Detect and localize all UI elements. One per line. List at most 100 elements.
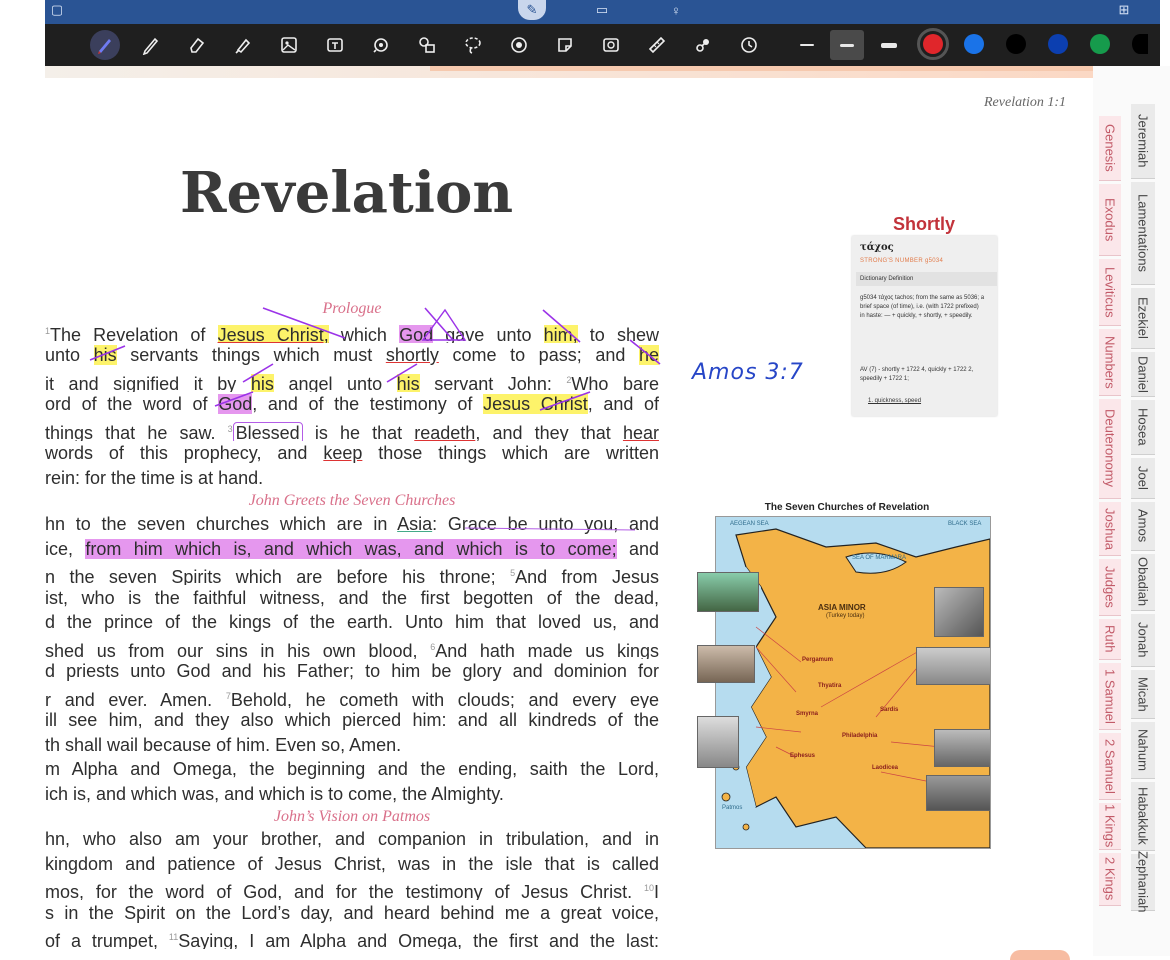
color-swatch-black[interactable] bbox=[1006, 34, 1026, 54]
add-page-icon[interactable]: ⊞ bbox=[1112, 0, 1136, 20]
map-label-region: ASIA MINOR bbox=[818, 603, 866, 612]
book-tab-amos[interactable]: Amos bbox=[1131, 502, 1155, 551]
vision-line-3: mos, for the word of God, and for the te… bbox=[45, 882, 659, 900]
book-title: Revelation bbox=[180, 160, 514, 226]
map-label-marmara: SEA OF MARMARA bbox=[852, 555, 907, 561]
book-tab-jeremiah[interactable]: Jeremiah bbox=[1131, 104, 1155, 179]
book-tab-genesis[interactable]: Genesis bbox=[1099, 116, 1121, 181]
shapes-icon[interactable] bbox=[412, 30, 442, 60]
greets-line-11: m Alpha and Omega, the beginning and the… bbox=[45, 759, 659, 779]
book-tab-micah[interactable]: Micah bbox=[1131, 670, 1155, 719]
color-swatch-navy[interactable] bbox=[1048, 34, 1068, 54]
magnify-icon[interactable] bbox=[366, 30, 396, 60]
fountain-pen-icon[interactable] bbox=[90, 30, 120, 60]
map-photo-left-3 bbox=[697, 716, 739, 768]
strongs-card-title: Shortly bbox=[892, 214, 955, 234]
sticker-icon[interactable] bbox=[550, 30, 580, 60]
book-tab-1-kings[interactable]: 1 Kings bbox=[1099, 803, 1121, 850]
running-head: Revelation 1:1 bbox=[984, 95, 1067, 110]
map-photo-left-1 bbox=[697, 572, 759, 612]
page-header-accent bbox=[430, 66, 1093, 71]
book-tab-nahum[interactable]: Nahum bbox=[1131, 722, 1155, 779]
eraser-icon[interactable] bbox=[182, 30, 212, 60]
color-swatch-black-2[interactable] bbox=[1132, 34, 1148, 54]
greets-line-12: ich is, and which was, and which is to c… bbox=[45, 784, 504, 804]
greets-line-8: r and ever. Amen. 7Behold, he cometh wit… bbox=[45, 690, 659, 708]
book-tab-daniel[interactable]: Daniel bbox=[1131, 352, 1155, 397]
color-swatch-red[interactable] bbox=[917, 28, 949, 60]
book-tab-2-samuel[interactable]: 2 Samuel bbox=[1099, 733, 1121, 800]
book-tab-lamentations[interactable]: Lamentations bbox=[1131, 182, 1155, 285]
gloss-text: 1. quickness, speed bbox=[868, 398, 922, 404]
handwritten-note: Amos 3:7 bbox=[692, 360, 804, 385]
back-icon[interactable]: ▢ bbox=[45, 0, 69, 20]
book-tab-obadiah[interactable]: Obadiah bbox=[1131, 554, 1155, 611]
book-tab-numbers[interactable]: Numbers bbox=[1099, 329, 1121, 396]
book-tab-exodus[interactable]: Exodus bbox=[1099, 184, 1121, 256]
lasso-icon[interactable] bbox=[458, 30, 488, 60]
stroke-thin[interactable] bbox=[790, 30, 824, 60]
map-label-region-sub: (Turkey today) bbox=[826, 613, 865, 619]
pencil-icon[interactable] bbox=[136, 30, 166, 60]
city-sardis[interactable]: Sardis bbox=[880, 707, 898, 713]
greets-line-4: ist, who is the faithful witness, and th… bbox=[45, 588, 659, 608]
map-photo-left-2 bbox=[697, 645, 755, 683]
vision-line-1: hn, who also am your brother, and compan… bbox=[45, 829, 659, 849]
laser-pointer-icon[interactable] bbox=[504, 30, 534, 60]
greek-word: τάχος bbox=[860, 242, 894, 253]
city-thyatira[interactable]: Thyatira bbox=[818, 683, 841, 689]
city-philadelphia[interactable]: Philadelphia bbox=[842, 733, 877, 739]
city-pergamum[interactable]: Pergamum bbox=[802, 657, 833, 663]
heading-vision: John’s Vision on Patmos bbox=[273, 808, 431, 825]
strongs-card[interactable]: τάχος STRONG'S NUMBER g5034 Dictionary D… bbox=[852, 236, 997, 416]
ink-annotations bbox=[89, 307, 661, 531]
book-tab-joel[interactable]: Joel bbox=[1131, 458, 1155, 499]
book-tab-ezekiel[interactable]: Ezekiel bbox=[1131, 288, 1155, 349]
photo-icon[interactable] bbox=[596, 30, 626, 60]
strongs-number: STRONG'S NUMBER g5034 bbox=[860, 258, 944, 264]
book-tab-jonah[interactable]: Jonah bbox=[1131, 614, 1155, 667]
map-photo-3 bbox=[934, 729, 990, 767]
image-insert-icon[interactable] bbox=[274, 30, 304, 60]
book-tab-judges[interactable]: Judges bbox=[1099, 559, 1121, 616]
greets-line-6: shed us from our sins in his own blood, … bbox=[45, 641, 659, 659]
definition-text: g5034 τάχος tachos; from the same as 503… bbox=[860, 295, 985, 319]
book-tab-hosea[interactable]: Hosea bbox=[1131, 400, 1155, 455]
map-title: The Seven Churches of Revelation bbox=[764, 502, 930, 513]
seven-churches-map[interactable]: AEGEAN SEA BLACK SEA SEA OF MARMARA ASIA… bbox=[715, 516, 991, 849]
map-label-patmos: Patmos bbox=[722, 805, 743, 811]
city-ephesus[interactable]: Ephesus bbox=[790, 753, 815, 759]
clock-icon[interactable] bbox=[734, 30, 764, 60]
vision-line-2: kingdom and patience of Jesus Christ, wa… bbox=[45, 854, 659, 874]
vision-line-5: of a trumpet, 11Saying, I am Alpha and O… bbox=[45, 931, 659, 949]
book-tab-deuteronomy[interactable]: Deuteronomy bbox=[1099, 399, 1121, 499]
map-photo-1 bbox=[934, 587, 984, 637]
greets-line-9: ill see him, and they also which pierced… bbox=[45, 710, 659, 730]
city-smyrna[interactable]: Smyrna bbox=[796, 711, 818, 717]
text-box-icon[interactable] bbox=[320, 30, 350, 60]
link-icon[interactable] bbox=[688, 30, 718, 60]
greets-line-5: d the prince of the kings of the earth. … bbox=[45, 612, 659, 632]
highlighter-icon[interactable] bbox=[228, 30, 258, 60]
map-label-black-sea: BLACK SEA bbox=[948, 521, 982, 527]
greets-line-7: d priests unto God and his Father; to hi… bbox=[45, 661, 659, 681]
book-tab-habakkuk[interactable]: Habakkuk bbox=[1131, 782, 1155, 851]
book-tab-2-kings[interactable]: 2 Kings bbox=[1099, 853, 1121, 906]
book-tab-joshua[interactable]: Joshua bbox=[1099, 502, 1121, 556]
book-tab-zephaniah[interactable]: Zephaniah bbox=[1131, 851, 1155, 913]
book-tab-leviticus[interactable]: Leviticus bbox=[1099, 259, 1121, 326]
stroke-medium[interactable] bbox=[830, 30, 864, 60]
city-laodicea[interactable]: Laodicea bbox=[872, 765, 898, 771]
color-swatch-green[interactable] bbox=[1090, 34, 1110, 54]
keyboard-icon[interactable]: ▭ bbox=[590, 0, 614, 20]
dictionary-label: Dictionary Definition bbox=[856, 272, 997, 286]
pen-mode-icon[interactable]: ✎ bbox=[518, 0, 546, 20]
vision-line-4: s in the Spirit on the Lord’s day, and h… bbox=[45, 903, 659, 923]
microphone-icon[interactable]: ♀ bbox=[664, 0, 688, 20]
ruler-icon[interactable] bbox=[642, 30, 672, 60]
book-tab-1-samuel[interactable]: 1 Samuel bbox=[1099, 663, 1121, 730]
greets-line-10: th shall wail because of him. Even so, A… bbox=[45, 735, 402, 755]
stroke-thick[interactable] bbox=[872, 30, 906, 60]
book-tab-ruth[interactable]: Ruth bbox=[1099, 619, 1121, 660]
color-swatch-blue[interactable] bbox=[964, 34, 984, 54]
